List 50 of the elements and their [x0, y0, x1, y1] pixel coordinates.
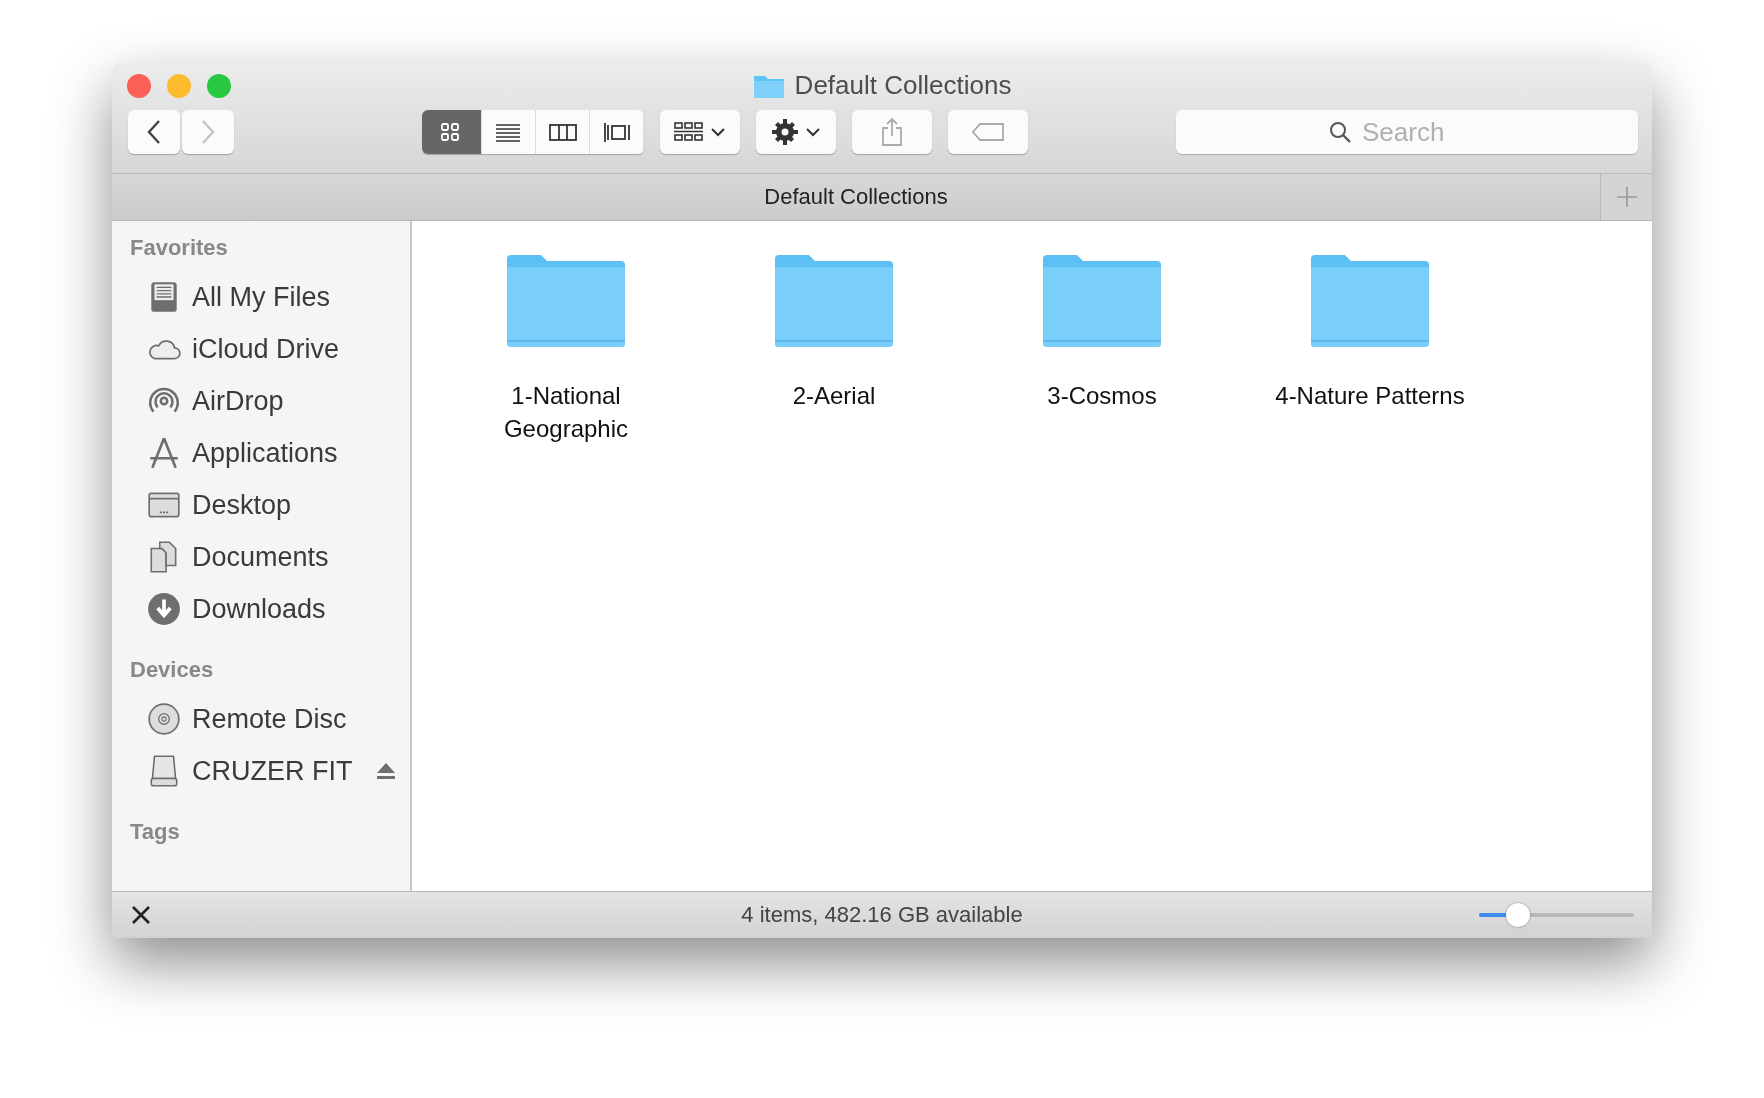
- folder-name[interactable]: 4-Nature Patterns: [1262, 379, 1478, 412]
- sidebar-heading: Favorites: [130, 235, 229, 261]
- sidebar-item[interactable]: Documents: [130, 531, 410, 583]
- folder-icon[interactable]: [1309, 253, 1431, 349]
- status-text: 4 items, 482.16 GB available: [740, 902, 1024, 928]
- disc-icon: [146, 701, 182, 737]
- folder-icon[interactable]: [1041, 253, 1163, 349]
- tools-icon[interactable]: [130, 904, 152, 926]
- folder-icon[interactable]: [773, 253, 895, 349]
- share-icon: [880, 117, 904, 147]
- sidebar-item[interactable]: AirDrop: [130, 375, 410, 427]
- sidebar-item[interactable]: Desktop: [130, 479, 410, 531]
- coverflow-view-button[interactable]: [590, 110, 644, 154]
- arrange-button[interactable]: [660, 110, 740, 154]
- icon-size-slider[interactable]: [1479, 902, 1634, 928]
- column-view-button[interactable]: [536, 110, 590, 154]
- sidebar-item[interactable]: All My Files: [130, 271, 410, 323]
- sidebar-item[interactable]: CRUZER FIT: [130, 745, 410, 797]
- back-button[interactable]: [128, 110, 180, 154]
- close-button[interactable]: [127, 73, 151, 98]
- folder-icon[interactable]: [505, 253, 627, 349]
- share-button[interactable]: [852, 110, 932, 154]
- list-view-button[interactable]: [482, 110, 536, 154]
- window-title: Default Collections: [794, 70, 1012, 101]
- download-icon: [146, 591, 182, 627]
- sidebar-item[interactable]: Downloads: [130, 583, 410, 635]
- sidebar-heading: Tags: [130, 819, 181, 845]
- new-tab-button[interactable]: [1600, 174, 1652, 220]
- coverflow-view-icon: [602, 120, 631, 144]
- minimize-button[interactable]: [167, 73, 191, 98]
- gear-icon: [771, 118, 799, 146]
- search-field[interactable]: Search: [1176, 110, 1638, 154]
- icon-view-button[interactable]: [422, 110, 482, 154]
- caret-icon: [710, 127, 726, 137]
- zoom-button[interactable]: [207, 73, 231, 98]
- tag-icon: [971, 122, 1005, 142]
- plus-icon: [1615, 186, 1638, 208]
- folder-name[interactable]: 3-Cosmos: [994, 379, 1210, 412]
- sidebar-item[interactable]: Remote Disc: [130, 693, 410, 745]
- sidebar-item[interactable]: Applications: [130, 427, 410, 479]
- sidebar-item[interactable]: iCloud Drive: [130, 323, 410, 375]
- folder-name[interactable]: 2-Aerial: [726, 379, 942, 412]
- sidebar-heading: Devices: [130, 657, 215, 683]
- eject-icon[interactable]: [376, 762, 397, 780]
- action-button[interactable]: [756, 110, 836, 154]
- tab-title: Default Collections: [112, 174, 1600, 220]
- folder-name[interactable]: 1-National Geographic: [458, 379, 674, 445]
- caret-icon: [805, 127, 821, 137]
- tag-button[interactable]: [948, 110, 1028, 154]
- grid-icon: [674, 121, 704, 143]
